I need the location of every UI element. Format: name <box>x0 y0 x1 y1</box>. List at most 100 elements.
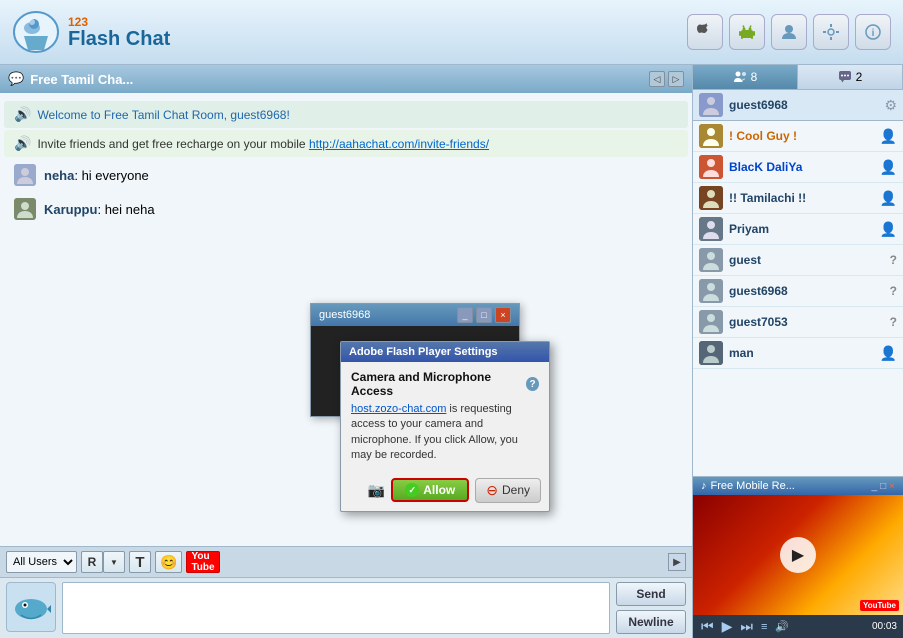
flash-dialog-actions: 📷 ✓ Allow ⊖ Deny <box>341 472 549 511</box>
video-minimize[interactable]: _ <box>457 307 473 323</box>
guest-name: guest <box>729 253 884 267</box>
flash-dialog-link[interactable]: host.zozo-chat.com <box>351 403 446 415</box>
deny-label: Deny <box>502 483 530 497</box>
message-karuppu: Karuppu: hei neha <box>4 193 688 225</box>
chat-expand-btn[interactable]: ▷ <box>668 71 684 87</box>
flash-dialog-title: Adobe Flash Player Settings <box>341 342 549 362</box>
invite-link[interactable]: http://aahachat.com/invite-friends/ <box>309 137 489 151</box>
profile-button[interactable] <box>771 14 807 50</box>
settings-gear-icon[interactable]: ⚙ <box>884 97 897 114</box>
media-close-btn[interactable]: × <box>889 481 895 492</box>
me-avatar <box>699 93 723 117</box>
media-minimize-btn[interactable]: _ <box>872 481 878 492</box>
flash-dialog-heading: Camera and Microphone Access ? <box>351 370 539 398</box>
media-playlist-btn[interactable]: ≡ <box>759 621 769 633</box>
font-dropdown-btn[interactable]: ▼ <box>103 551 125 573</box>
user-item-priyam[interactable]: Priyam 👤 <box>693 214 903 245</box>
text-input[interactable] <box>62 582 610 634</box>
info-button[interactable]: i <box>855 14 891 50</box>
youtube-logo: YouTube <box>860 600 899 611</box>
emoji-btn[interactable]: 😊 <box>155 551 182 573</box>
guest-avatar <box>699 248 723 272</box>
youtube-btn[interactable]: YouTube <box>186 551 219 573</box>
right-panel: 8 2 guest6968 ⚙ ! Cool Guy ! 👤 <box>693 65 903 638</box>
android-button[interactable] <box>729 14 765 50</box>
user-item-guest6968[interactable]: guest6968 ? <box>693 276 903 307</box>
man-avatar <box>699 341 723 365</box>
flash-dialog-body: Camera and Microphone Access ? host.zozo… <box>341 362 549 472</box>
expand-panel-btn[interactable]: ▶ <box>668 553 686 571</box>
guest6968-avatar <box>699 279 723 303</box>
media-expand-btn[interactable]: □ <box>880 481 886 492</box>
user-item-man[interactable]: man 👤 <box>693 338 903 369</box>
user-item-guest7053[interactable]: guest7053 ? <box>693 307 903 338</box>
user-item-coolguy[interactable]: ! Cool Guy ! 👤 <box>693 121 903 152</box>
me-name: guest6968 <box>729 98 878 112</box>
flash-help-icon[interactable]: ? <box>526 377 539 391</box>
blackdaliya-profile-icon: 👤 <box>880 159 897 176</box>
logo-area: 123 Flash Chat <box>12 8 170 56</box>
media-volume-btn[interactable]: 🔊 <box>773 620 791 633</box>
guest7053-icon: ? <box>890 315 897 329</box>
coolguy-name: ! Cool Guy ! <box>729 129 874 143</box>
chat-minimize-btn[interactable]: ◁ <box>649 71 665 87</box>
text-format-btn[interactable]: T <box>129 551 151 573</box>
newline-button[interactable]: Newline <box>616 610 686 634</box>
apple-button[interactable] <box>687 14 723 50</box>
guest7053-name: guest7053 <box>729 315 884 329</box>
user-item-guest[interactable]: guest ? <box>693 245 903 276</box>
allow-button[interactable]: ✓ Allow <box>391 478 469 502</box>
font-btn[interactable]: R <box>81 551 103 573</box>
coolguy-profile-icon: 👤 <box>880 128 897 145</box>
flash-dialog: Adobe Flash Player Settings Camera and M… <box>340 341 550 512</box>
user-list: ! Cool Guy ! 👤 BlacK DaliYa 👤 !! Tamilac… <box>693 121 903 476</box>
msg-welcome-text: Welcome to Free Tamil Chat Room, guest69… <box>37 108 289 122</box>
font-dropdown: R ▼ <box>81 551 125 573</box>
video-overlay-title: guest6968 <box>319 309 370 321</box>
chat-room-title: 💬 Free Tamil Cha... <box>8 71 133 87</box>
me-row: guest6968 ⚙ <box>693 90 903 121</box>
video-expand[interactable]: □ <box>476 307 492 323</box>
video-close[interactable]: × <box>495 307 511 323</box>
speaker-icon-2: 🔊 <box>14 135 31 152</box>
room-title-text: Free Tamil Cha... <box>30 72 133 87</box>
deny-button[interactable]: ⊖ Deny <box>475 478 541 503</box>
media-video-area[interactable]: ▶ YouTube <box>693 495 903 615</box>
blackdaliya-name: BlacK DaliYa <box>729 160 874 174</box>
media-play-btn[interactable]: ▶ <box>720 618 735 635</box>
guest7053-avatar <box>699 310 723 334</box>
media-player-title-area: ♪ Free Mobile Re... <box>701 480 795 492</box>
play-button[interactable]: ▶ <box>780 537 816 573</box>
media-controls-bar: ⏮ ▶ ⏭ ≡ 🔊 00:03 <box>693 615 903 638</box>
input-row: Send Newline <box>0 578 692 638</box>
main-layout: 💬 Free Tamil Cha... ◁ ▷ 🔊 Welcome to Fre… <box>0 65 903 638</box>
man-name: man <box>729 346 874 360</box>
media-player-controls-top: _ □ × <box>872 481 895 492</box>
media-time: 00:03 <box>872 621 897 632</box>
karuppu-avatar <box>14 198 36 220</box>
tamilachi-name: !! Tamilachi !! <box>729 191 874 205</box>
tamilachi-profile-icon: 👤 <box>880 190 897 207</box>
user-item-tamilachi[interactable]: !! Tamilachi !! 👤 <box>693 183 903 214</box>
tamilachi-avatar <box>699 186 723 210</box>
send-button[interactable]: Send <box>616 582 686 606</box>
chat-icon: 💬 <box>8 71 24 87</box>
media-next-btn[interactable]: ⏭ <box>738 618 755 635</box>
tools-button[interactable] <box>813 14 849 50</box>
speaker-icon: 🔊 <box>14 106 31 123</box>
message-neha: neha: hi everyone <box>4 159 688 191</box>
user-filter-select[interactable]: All Users Friends Ignored <box>6 551 77 573</box>
deny-icon: ⊖ <box>486 482 498 499</box>
media-player-title: Free Mobile Re... <box>711 480 795 492</box>
tab-chat[interactable]: 2 <box>798 65 903 89</box>
user-item-blackdaliya[interactable]: BlacK DaliYa 👤 <box>693 152 903 183</box>
logo-name: Flash Chat <box>68 29 170 49</box>
tab-users[interactable]: 8 <box>693 65 798 89</box>
allow-check-icon: ✓ <box>405 483 419 497</box>
svg-text:i: i <box>872 28 875 39</box>
allow-label: Allow <box>423 483 455 497</box>
media-prev-btn[interactable]: ⏮ <box>699 618 716 635</box>
blackdaliya-avatar <box>699 155 723 179</box>
priyam-avatar <box>699 217 723 241</box>
header-buttons: i <box>687 14 891 50</box>
